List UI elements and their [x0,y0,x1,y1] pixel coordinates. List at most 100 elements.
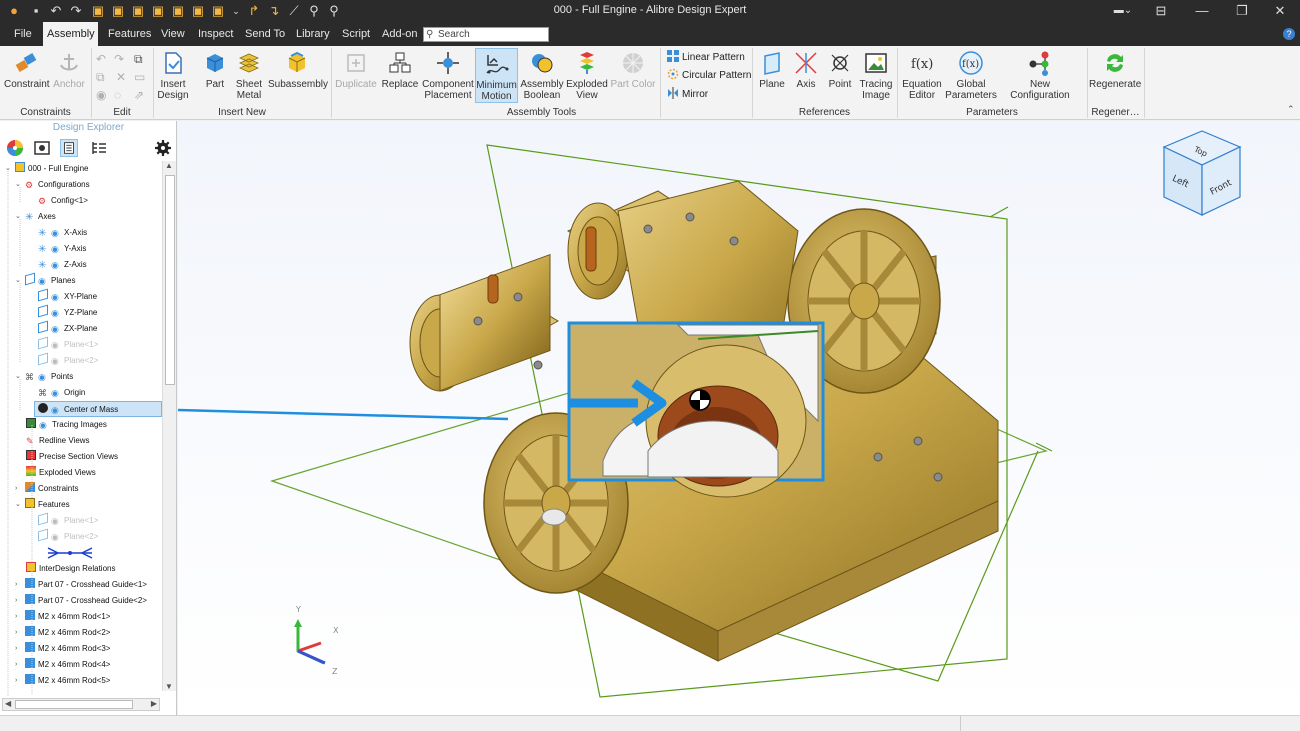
collapse-chevron-icon[interactable]: ⌄ [15,177,23,193]
visibility-eye-icon[interactable]: ◉ [51,356,61,366]
visibility-eye-icon[interactable]: ◉ [51,292,61,302]
tree-item-config-1[interactable]: ⚙ Config<1> [38,193,88,209]
collapse-ribbon-icon[interactable]: ⌃ [1287,104,1295,115]
visibility-eye-icon[interactable]: ◉ [51,244,61,254]
tree-item-features[interactable]: ⌄ Features [14,497,70,513]
visibility-eye-icon[interactable]: ◉ [51,228,61,238]
restore-button[interactable]: ❐ [1222,0,1262,22]
tree-item-yz-plane[interactable]: ◉ YZ-Plane [38,304,97,321]
tree-vertical-scrollbar[interactable]: ▲ ▼ [162,161,176,691]
tree-item-exploded-views[interactable]: Exploded Views [26,465,96,481]
tree-item-feature-marker[interactable] [46,545,96,561]
engine-model[interactable]: Y X Z Top Left Front [178,121,1300,715]
tree-view-icon[interactable] [60,139,78,157]
tree-item-tracing-images[interactable]: ◉ Tracing Images [26,417,107,433]
collapse-chevron-icon[interactable]: ⌄ [15,209,23,225]
collapse-chevron-icon[interactable]: ⌄ [15,497,23,513]
plane-button[interactable]: Plane [756,48,788,104]
edit-suppress-icon[interactable]: ◌ [114,86,121,104]
tree-item-part[interactable]: › M2 x 46mm Rod<1> [14,609,110,625]
visibility-eye-icon[interactable]: ◉ [39,420,49,430]
visibility-eye-icon[interactable]: ◉ [38,372,48,382]
color-wheel-icon[interactable] [6,139,24,157]
tree-item-feature-plane-1[interactable]: ◉ Plane<1> [38,512,98,529]
edit-paste-icon[interactable]: ⧉ [96,68,105,86]
scrollbar-thumb[interactable] [165,175,175,385]
list-view-icon[interactable] [90,139,108,157]
scroll-down-arrow-icon[interactable]: ▼ [165,682,173,691]
tree-item-zx-plane[interactable]: ◉ ZX-Plane [38,320,97,337]
menu-inspect[interactable]: Inspect [194,22,237,46]
linear-pattern-button[interactable]: Linear Pattern [667,49,745,66]
minimum-motion-button[interactable]: Minimum Motion [475,48,518,103]
expand-chevron-icon[interactable]: › [15,609,23,625]
sheet-metal-button[interactable]: Sheet Metal [233,48,265,104]
collapse-chevron-icon[interactable]: ⌄ [15,273,23,289]
regenerate-button[interactable]: Regenerate [1089,48,1141,104]
menu-assembly[interactable]: Assembly [43,22,98,46]
visibility-eye-icon[interactable]: ◉ [51,308,61,318]
equation-editor-button[interactable]: f(x) Equation Editor [901,48,943,104]
expand-chevron-icon[interactable]: › [15,593,23,609]
edit-undo-icon[interactable]: ↶ [96,50,106,68]
insert-design-button[interactable]: Insert Design [156,48,190,104]
edit-move-icon[interactable]: ⇗ [134,86,144,104]
camera-icon[interactable] [33,139,51,157]
scroll-up-arrow-icon[interactable]: ▲ [165,161,173,170]
menu-script[interactable]: Script [338,22,374,46]
duplicate-button[interactable]: Duplicate [335,48,377,104]
close-button[interactable]: ✕ [1260,0,1300,22]
tree-item-constraints[interactable]: › Constraints [14,481,78,497]
tree-item-xy-plane[interactable]: ◉ XY-Plane [38,288,97,305]
replace-button[interactable]: Replace [381,48,419,104]
menu-library[interactable]: Library [292,22,334,46]
menu-add-on[interactable]: Add-on [378,22,421,46]
help-icon[interactable]: ? [1283,28,1295,40]
menu-send-to[interactable]: Send To [241,22,289,46]
tree-item-part[interactable]: › M2 x 46mm Rod<5> [14,673,110,689]
tree-item-axes[interactable]: ⌄ ✳ Axes [14,209,56,225]
axis-button[interactable]: Axis [791,48,821,104]
tree-item-root[interactable]: ⌄ 000 - Full Engine [2,161,88,177]
visibility-eye-icon[interactable]: ◉ [51,516,61,526]
tree-item-interdesign-relations[interactable]: InterDesign Relations [26,561,115,577]
tree-item-z-axis[interactable]: ✳ ◉ Z-Axis [38,257,87,273]
visibility-eye-icon[interactable]: ◉ [38,276,48,286]
collapse-chevron-icon[interactable]: ⌄ [5,161,13,177]
component-placement-button[interactable]: Component Placement [422,48,474,104]
tree-item-part[interactable]: › M2 x 46mm Rod<2> [14,625,110,641]
edit-delete-icon[interactable]: ✕ [116,68,126,86]
visibility-eye-icon[interactable]: ◉ [51,324,61,334]
settings-gear-icon[interactable] [154,139,172,157]
menu-file[interactable]: File [10,22,36,46]
expand-chevron-icon[interactable]: › [15,673,23,689]
exploded-view-button[interactable]: Exploded View [566,48,608,104]
subassembly-button[interactable]: Subassembly [268,48,328,104]
minimize-button[interactable]: — [1182,0,1222,22]
visibility-eye-icon[interactable]: ◉ [51,340,61,350]
menu-view[interactable]: View [157,22,189,46]
collapse-chevron-icon[interactable]: ⌄ [15,369,23,385]
visibility-eye-icon[interactable]: ◉ [51,532,61,542]
menu-features[interactable]: Features [104,22,155,46]
visibility-eye-icon[interactable]: ◉ [51,405,61,415]
tracing-image-button[interactable]: Tracing Image [858,48,894,104]
part-button[interactable]: Part [200,48,230,104]
circular-pattern-button[interactable]: Circular Pattern [667,67,751,84]
edit-properties-icon[interactable]: ▭ [134,68,145,86]
tree-item-part[interactable]: › M2 x 46mm Rod<4> [14,657,110,673]
anchor-button[interactable]: Anchor [52,48,86,104]
account-icon[interactable]: ▬⌄ [1108,0,1138,22]
scroll-left-arrow-icon[interactable]: ◀ [5,699,11,708]
tree-item-plane-1[interactable]: ◉ Plane<1> [38,336,98,353]
scroll-right-arrow-icon[interactable]: ▶ [151,699,157,708]
tree-item-precise-section-views[interactable]: Precise Section Views [26,449,118,465]
3d-viewport[interactable]: Y X Z Top Left Front [178,121,1300,715]
expand-chevron-icon[interactable]: › [15,481,23,497]
tree-item-x-axis[interactable]: ✳ ◉ X-Axis [38,225,87,241]
mirror-button[interactable]: Mirror [667,86,708,103]
edit-redo-icon[interactable]: ↷ [114,50,124,68]
expand-chevron-icon[interactable]: › [15,641,23,657]
layout-icon[interactable]: ⊟ [1145,0,1177,22]
new-configuration-button[interactable]: New Configuration [1000,48,1080,104]
